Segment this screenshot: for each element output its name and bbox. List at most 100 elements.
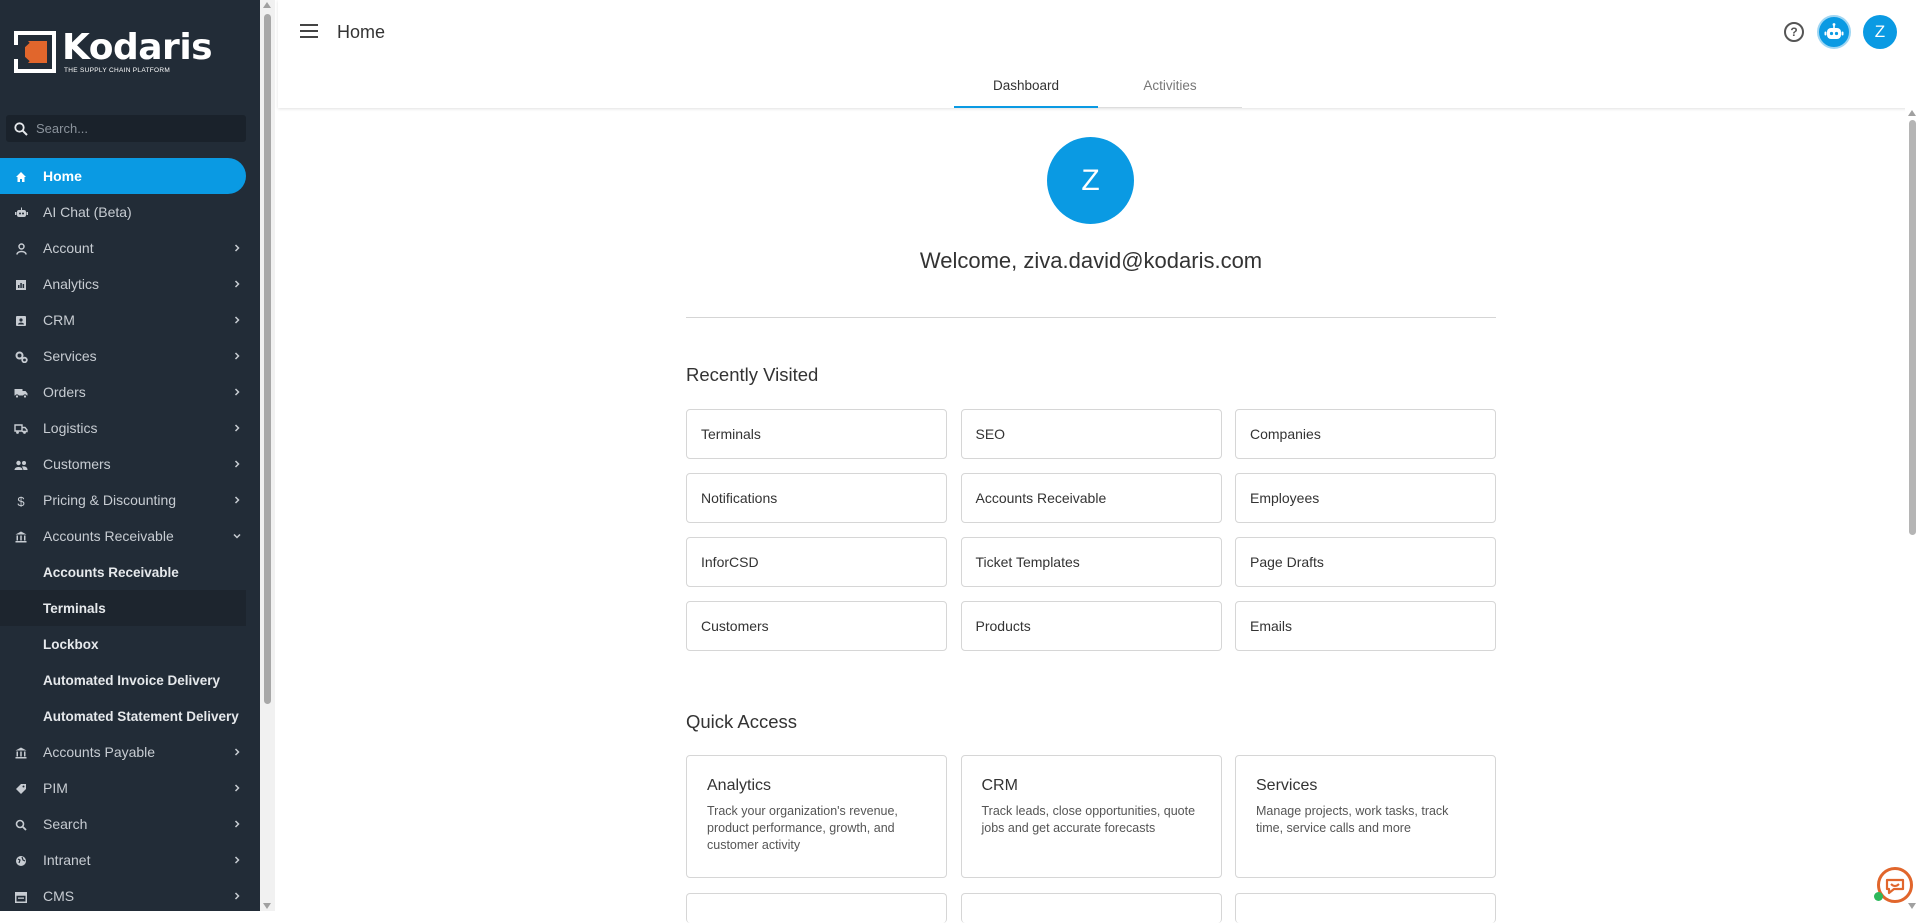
globe-icon (14, 854, 28, 868)
quick-access-card-desc: Manage projects, work tasks, track time,… (1256, 804, 1449, 835)
recent-card[interactable]: Products (960, 601, 1222, 651)
robot-icon (1824, 23, 1844, 39)
recent-card[interactable]: Ticket Templates (960, 537, 1222, 587)
quick-access-card-crm[interactable]: CRM Track leads, close opportunities, qu… (960, 755, 1222, 878)
quick-access-card-title: Services (1256, 777, 1318, 794)
quick-access-card-services[interactable]: Services Manage projects, work tasks, tr… (1235, 755, 1496, 878)
sidebar-item-services[interactable]: Services (0, 338, 260, 374)
sidebar-item-label: Analytics (43, 276, 100, 292)
kodaris-logo[interactable]: Kodaris THE SUPPLY CHAIN PLATFORM (14, 27, 213, 74)
chevron-right-icon (234, 460, 240, 468)
chevron-down-icon (233, 533, 241, 539)
top-bar: Home ? Z Dashboard Activities (278, 0, 1920, 108)
sidebar-item-accounts-payable[interactable]: Accounts Payable (0, 734, 260, 770)
sidebar-subitem-accounts-receivable[interactable]: Accounts Receivable (0, 554, 260, 590)
kodaris-logo-icon (14, 31, 56, 73)
bank-icon (14, 530, 28, 544)
user-avatar[interactable]: Z (1863, 15, 1897, 49)
ai-assistant-button[interactable] (1817, 15, 1851, 49)
sidebar-item-crm[interactable]: CRM (0, 302, 260, 338)
recent-card[interactable]: Page Drafts (1235, 537, 1496, 587)
sidebar-nav: Home AI Chat (Beta) Account Analytics CR… (0, 158, 260, 914)
chevron-right-icon (234, 496, 240, 504)
logo-tagline: THE SUPPLY CHAIN PLATFORM (64, 67, 171, 74)
recently-visited-title: Recently Visited (686, 364, 819, 385)
quick-access-card-title: CRM (981, 777, 1018, 794)
truck-icon (14, 386, 28, 400)
quick-access-card[interactable] (686, 893, 947, 923)
recent-card[interactable]: Notifications (686, 473, 947, 523)
recent-card[interactable]: Companies (1235, 409, 1496, 459)
chevron-right-icon (234, 280, 240, 288)
chevron-right-icon (234, 892, 240, 900)
chevron-right-icon (234, 352, 240, 360)
chevron-right-icon (234, 424, 240, 432)
scroll-down-icon[interactable] (263, 903, 271, 909)
scroll-up-icon[interactable] (1908, 110, 1916, 116)
scroll-up-icon[interactable] (263, 2, 271, 8)
sidebar-item-intranet[interactable]: Intranet (0, 842, 260, 878)
sidebar-item-analytics[interactable]: Analytics (0, 266, 260, 302)
sidebar-subitem-automated-statement-delivery[interactable]: Automated Statement Delivery (0, 698, 260, 734)
sidebar-item-orders[interactable]: Orders (0, 374, 260, 410)
support-chat-button[interactable] (1874, 867, 1913, 903)
sidebar-scrollbar[interactable] (260, 0, 275, 911)
recent-card[interactable]: Emails (1235, 601, 1496, 651)
main-scroll-thumb[interactable] (1909, 120, 1916, 535)
recent-card[interactable]: InforCSD (686, 537, 947, 587)
menu-icon[interactable] (300, 24, 318, 38)
sidebar-item-search[interactable]: Search (0, 806, 260, 842)
delivery-icon (14, 422, 28, 436)
recent-card[interactable]: Terminals (686, 409, 947, 459)
search-icon (14, 121, 28, 136)
main-scrollbar[interactable] (1905, 108, 1920, 911)
sidebar-item-label: CRM (43, 312, 75, 328)
scroll-down-icon[interactable] (1908, 903, 1916, 909)
sidebar-item-accounts-receivable[interactable]: Accounts Receivable (0, 518, 260, 554)
sidebar-item-pim[interactable]: PIM (0, 770, 260, 806)
sidebar-search-input[interactable] (36, 121, 236, 136)
window-icon (14, 890, 28, 904)
quick-access-card[interactable] (960, 893, 1222, 923)
recent-card[interactable]: Employees (1235, 473, 1496, 523)
sidebar-item-customers[interactable]: Customers (0, 446, 260, 482)
sidebar-item-ai-chat[interactable]: AI Chat (Beta) (0, 194, 260, 230)
help-icon[interactable]: ? (1784, 22, 1804, 42)
tab-dashboard[interactable]: Dashboard (954, 64, 1098, 108)
sidebar-item-pricing[interactable]: $ Pricing & Discounting (0, 482, 260, 518)
sidebar-item-label: Services (43, 348, 97, 364)
recent-card[interactable]: Accounts Receivable (960, 473, 1222, 523)
sidebar-search (6, 115, 246, 142)
logo-name: Kodaris (62, 27, 213, 68)
tab-bar: Dashboard Activities (954, 64, 1242, 108)
sidebar-item-cms[interactable]: CMS (0, 878, 260, 914)
user-icon (14, 242, 28, 256)
quick-access-card[interactable] (1235, 893, 1496, 923)
gears-icon (14, 350, 28, 364)
sidebar-item-account[interactable]: Account (0, 230, 260, 266)
quick-access-card-desc: Track leads, close opportunities, quote … (981, 804, 1196, 835)
page-title: Home (337, 22, 386, 42)
sidebar-item-label: CMS (43, 888, 75, 904)
sidebar: Kodaris THE SUPPLY CHAIN PLATFORM Home A… (0, 0, 260, 911)
chevron-right-icon (234, 388, 240, 396)
recent-card[interactable]: SEO (960, 409, 1222, 459)
sidebar-subitem-automated-invoice-delivery[interactable]: Automated Invoice Delivery (0, 662, 260, 698)
sidebar-subitem-terminals[interactable]: Terminals (0, 590, 246, 626)
profile-avatar: Z (1047, 137, 1134, 224)
quick-access-card-analytics[interactable]: Analytics Track your organization's reve… (686, 755, 947, 878)
bank-icon (14, 746, 28, 760)
sidebar-item-label: Pricing & Discounting (43, 492, 177, 508)
tab-activities[interactable]: Activities (1098, 64, 1242, 108)
sidebar-item-label: Orders (43, 384, 86, 400)
recent-card[interactable]: Customers (686, 601, 947, 651)
sidebar-item-label: Home (43, 168, 82, 184)
online-status-dot (1874, 892, 1883, 901)
sidebar-subitem-lockbox[interactable]: Lockbox (0, 626, 260, 662)
search-icon (14, 818, 28, 832)
sidebar-item-label: Search (43, 816, 88, 832)
sidebar-scroll-thumb[interactable] (264, 14, 271, 704)
sidebar-item-logistics[interactable]: Logistics (0, 410, 260, 446)
chevron-right-icon (234, 784, 240, 792)
sidebar-item-home[interactable]: Home (0, 158, 246, 194)
